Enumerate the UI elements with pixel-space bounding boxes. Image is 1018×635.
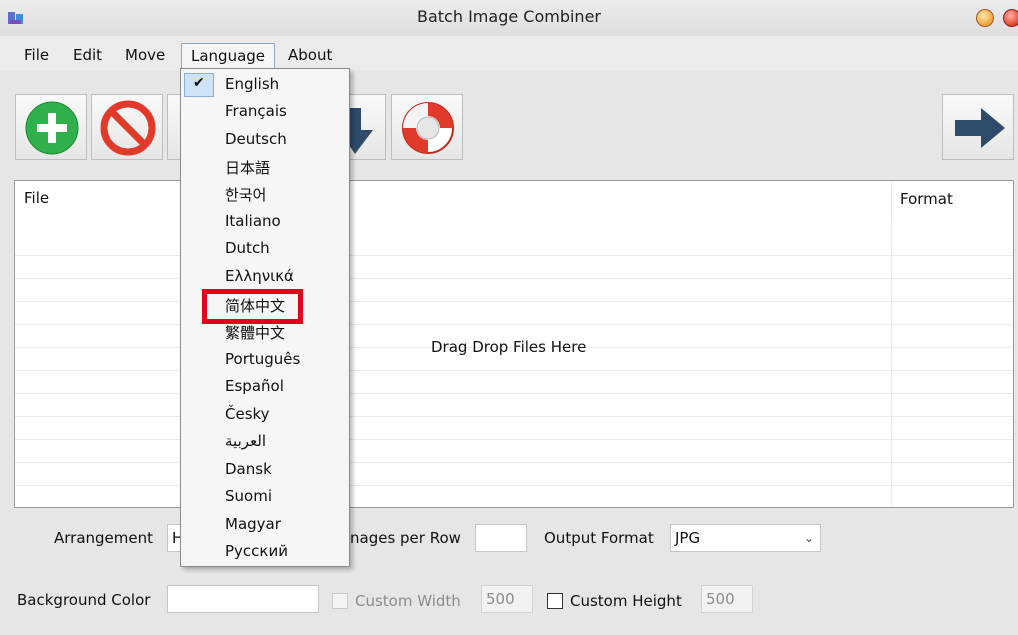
custom-height-label: Custom Height xyxy=(570,592,682,610)
checkmark-icon: ✔ xyxy=(193,75,205,91)
language-option-finnish[interactable]: Suomi xyxy=(225,487,272,505)
custom-height-input[interactable]: 500 xyxy=(701,585,753,613)
file-list[interactable]: File Format Drag Drop Files Here xyxy=(14,180,1014,508)
title-bar: Batch Image Combiner xyxy=(0,0,1018,36)
background-color-swatch[interactable] xyxy=(167,585,319,613)
language-option-danish[interactable]: Dansk xyxy=(225,460,272,478)
language-option-portuguese[interactable]: Português xyxy=(225,350,300,368)
window-title: Batch Image Combiner xyxy=(417,7,601,26)
highlight-box xyxy=(202,289,303,324)
list-rows xyxy=(15,233,1013,507)
drop-hint: Drag Drop Files Here xyxy=(431,338,587,356)
images-per-row-input[interactable] xyxy=(475,524,527,552)
move-down-button[interactable] xyxy=(349,94,386,160)
language-option-traditional-chinese[interactable]: 繁體中文 xyxy=(225,322,285,343)
language-option-greek[interactable]: Ελληνικά xyxy=(225,267,294,285)
remove-icon xyxy=(100,100,156,156)
remove-files-button[interactable] xyxy=(91,94,163,160)
language-option-german[interactable]: Deutsch xyxy=(225,130,287,148)
selected-indicator: ✔ xyxy=(184,73,214,97)
language-option-french[interactable]: Français xyxy=(225,102,287,120)
chevron-down-icon: ⌄ xyxy=(803,531,814,545)
language-option-arabic[interactable]: العربية xyxy=(225,432,266,450)
language-option-hungarian[interactable]: Magyar xyxy=(225,515,281,533)
arrow-right-icon xyxy=(955,108,1005,148)
menu-file[interactable]: File xyxy=(24,43,49,69)
custom-width-label: Custom Width xyxy=(355,592,461,610)
arrangement-label: Arrangement xyxy=(54,529,154,547)
lifebuoy-icon xyxy=(402,102,454,154)
column-header-file[interactable]: File xyxy=(24,189,49,207)
menu-language[interactable]: Language xyxy=(181,43,276,69)
language-option-czech[interactable]: Česky xyxy=(225,405,270,423)
language-option-italian[interactable]: Italiano xyxy=(225,212,281,230)
output-format-value: JPG xyxy=(675,529,701,547)
language-option-spanish[interactable]: Español xyxy=(225,377,284,395)
language-option-korean[interactable]: 한국어 xyxy=(225,184,266,205)
column-header-format[interactable]: Format xyxy=(891,189,953,219)
output-format-select[interactable]: JPG ⌄ xyxy=(670,524,821,552)
background-color-label: Background Color xyxy=(17,591,151,609)
arrow-down-icon xyxy=(349,108,373,154)
custom-width-checkbox[interactable] xyxy=(332,593,348,609)
add-files-button[interactable] xyxy=(15,94,87,160)
close-button[interactable] xyxy=(1003,9,1018,27)
menu-move[interactable]: Move xyxy=(125,43,165,69)
language-option-japanese[interactable]: 日本語 xyxy=(225,157,270,178)
add-icon xyxy=(25,101,79,155)
menu-about[interactable]: About xyxy=(288,43,332,69)
output-format-label: Output Format xyxy=(544,529,654,547)
help-button[interactable] xyxy=(391,94,463,160)
language-option-russian[interactable]: Русский xyxy=(225,542,288,560)
language-option-dutch[interactable]: Dutch xyxy=(225,239,270,257)
minimize-button[interactable] xyxy=(976,9,994,27)
menu-edit[interactable]: Edit xyxy=(73,43,102,69)
custom-height-checkbox[interactable] xyxy=(547,593,563,609)
combine-button[interactable] xyxy=(942,94,1014,160)
images-per-row-label: nages per Row xyxy=(350,529,461,547)
custom-width-input[interactable]: 500 xyxy=(481,585,533,613)
menu-bar: File Edit Move Language About xyxy=(0,36,1018,70)
language-option-english[interactable]: English xyxy=(225,75,279,93)
